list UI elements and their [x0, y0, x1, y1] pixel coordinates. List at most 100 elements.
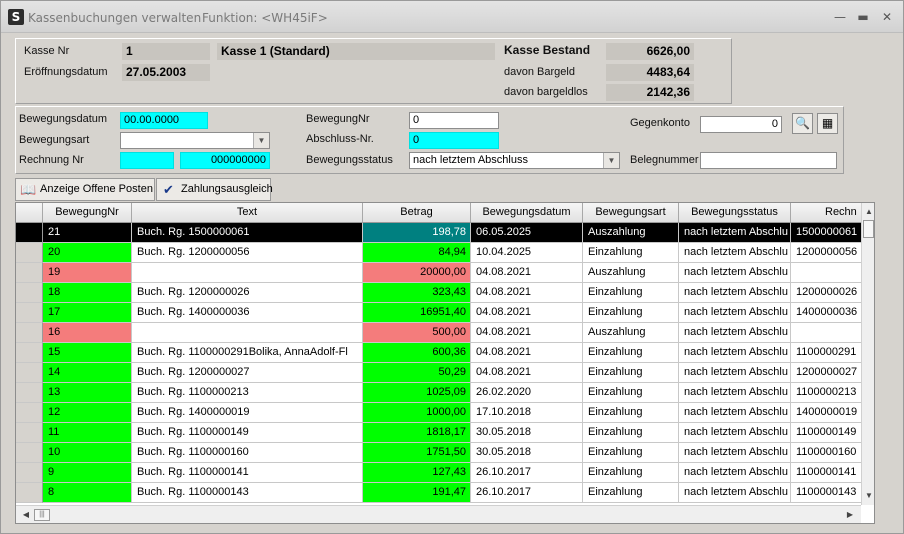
- row-header[interactable]: [16, 463, 43, 483]
- bewegungsdatum-input[interactable]: 00.00.0000: [120, 112, 208, 129]
- rechnung-prefix-input[interactable]: [120, 152, 174, 169]
- table-row[interactable]: 18 Buch. Rg. 1200000026 323,43 04.08.2021 Ei…: [16, 283, 861, 303]
- vertical-scroll-thumb[interactable]: [863, 220, 874, 238]
- row-header[interactable]: [16, 343, 43, 363]
- grid-body: 21 Buch. Rg. 1500000061 198,78 06.05.2025 Au…: [16, 223, 861, 505]
- cell-bewegungsart: Auszahlung: [583, 263, 679, 283]
- row-header[interactable]: [16, 363, 43, 383]
- cell-bewegungsart: Einzahlung: [583, 283, 679, 303]
- table-row[interactable]: 20 Buch. Rg. 1200000056 84,94 10.04.2025 Ein…: [16, 243, 861, 263]
- bewegungnr-input[interactable]: 0: [409, 112, 499, 129]
- kasse-name-value: Kasse 1 (Standard): [217, 43, 495, 60]
- table-row[interactable]: 11 Buch. Rg. 1100000149 1818,17 30.05.2018 E…: [16, 423, 861, 443]
- cell-rechnung: 1200000027: [791, 363, 861, 383]
- scroll-right-icon[interactable]: ▶: [843, 508, 857, 522]
- table-row[interactable]: 8 Buch. Rg. 1100000143 191,47 26.10.2017 Ein…: [16, 483, 861, 503]
- col-bewegungsstatus[interactable]: Bewegungsstatus: [679, 203, 791, 222]
- row-header[interactable]: [16, 423, 43, 443]
- cell-betrag: 1818,17: [363, 423, 471, 443]
- cell-text: Buch. Rg. 1200000026: [132, 283, 363, 303]
- cell-rechnung: 1100000160: [791, 443, 861, 463]
- table-row[interactable]: 9 Buch. Rg. 1100000141 127,43 26.10.2017 Ein…: [16, 463, 861, 483]
- search-icon[interactable]: 🔍: [792, 113, 813, 134]
- table-row[interactable]: 13 Buch. Rg. 1100000213 1025,09 26.02.2020 E…: [16, 383, 861, 403]
- cell-text: Buch. Rg. 1100000149: [132, 423, 363, 443]
- calendar-icon[interactable]: ▦: [817, 113, 838, 134]
- row-header[interactable]: [16, 283, 43, 303]
- col-text[interactable]: Text: [132, 203, 363, 222]
- table-row[interactable]: 16 500,00 04.08.2021 Auszahlung nach letztem…: [16, 323, 861, 343]
- col-rechnung[interactable]: Rechn: [791, 203, 861, 222]
- cell-bewegungsdatum: 30.05.2018: [471, 443, 583, 463]
- gegenkonto-input[interactable]: 0: [700, 116, 782, 133]
- row-header[interactable]: [16, 223, 43, 243]
- cell-rechnung: 1400000019: [791, 403, 861, 423]
- scroll-up-icon[interactable]: ▲: [862, 205, 874, 219]
- row-header[interactable]: [16, 323, 43, 343]
- table-row[interactable]: 17 Buch. Rg. 1400000036 16951,40 04.08.2021…: [16, 303, 861, 323]
- col-bewegungnr[interactable]: BewegungNr: [43, 203, 132, 222]
- row-header[interactable]: [16, 263, 43, 283]
- cell-bewegungnr: 12: [43, 403, 132, 423]
- cell-bewegungnr: 9: [43, 463, 132, 483]
- row-header[interactable]: [16, 483, 43, 503]
- title-bar: S Kassenbuchungen verwalten Funktion: <W…: [1, 1, 903, 33]
- offene-posten-button[interactable]: 📖 Anzeige Offene Posten: [15, 178, 155, 201]
- table-row[interactable]: 21 Buch. Rg. 1500000061 198,78 06.05.2025 Au…: [16, 223, 861, 243]
- rechnung-nr-input[interactable]: 000000000: [180, 152, 270, 169]
- horizontal-scrollbar[interactable]: ◀ ||| ▶: [16, 505, 861, 523]
- cell-bewegungsdatum: 10.04.2025: [471, 243, 583, 263]
- maximize-icon[interactable]: ▬: [855, 9, 871, 25]
- cell-bewegungsart: Auszahlung: [583, 223, 679, 243]
- cell-bewegungsdatum: 04.08.2021: [471, 363, 583, 383]
- cell-betrag: 1751,50: [363, 443, 471, 463]
- zahlungsausgleich-button[interactable]: ✔ Zahlungsausgleich: [156, 178, 273, 201]
- horizontal-scroll-thumb[interactable]: |||: [34, 509, 50, 521]
- bewegungsstatus-select[interactable]: nach letztem Abschluss ▼: [409, 152, 620, 169]
- kasse-info-panel: Kasse Nr 1 Kasse 1 (Standard) Eröffnungs…: [15, 38, 732, 104]
- cell-bewegungnr: 8: [43, 483, 132, 503]
- abschluss-nr-input[interactable]: 0: [409, 132, 499, 149]
- cell-bewegungnr: 19: [43, 263, 132, 283]
- cell-bewegungsdatum: 26.10.2017: [471, 483, 583, 503]
- chevron-down-icon[interactable]: ▼: [603, 153, 619, 168]
- scroll-left-icon[interactable]: ◀: [19, 508, 33, 522]
- row-header[interactable]: [16, 243, 43, 263]
- row-header[interactable]: [16, 443, 43, 463]
- bewegungsstatus-value: nach letztem Abschluss: [413, 154, 528, 166]
- minimize-icon[interactable]: —: [832, 9, 848, 25]
- vertical-scrollbar[interactable]: ▲ ▼: [861, 203, 874, 505]
- table-row[interactable]: 10 Buch. Rg. 1100000160 1751,50 30.05.2018 E…: [16, 443, 861, 463]
- book-icon: 📖: [20, 182, 37, 197]
- scroll-down-icon[interactable]: ▼: [862, 489, 874, 503]
- cell-rechnung: 1200000026: [791, 283, 861, 303]
- bookings-grid: BewegungNr Text Betrag Bewegungsdatum Be…: [15, 202, 875, 524]
- cell-bewegungnr: 20: [43, 243, 132, 263]
- col-betrag[interactable]: Betrag: [363, 203, 471, 222]
- offene-posten-label: Anzeige Offene Posten: [40, 183, 153, 195]
- row-header[interactable]: [16, 403, 43, 423]
- chevron-down-icon[interactable]: ▼: [253, 133, 269, 148]
- col-bewegungsdatum[interactable]: Bewegungsdatum: [471, 203, 583, 222]
- table-row[interactable]: 19 20000,00 04.08.2021 Auszahlung nach letzt…: [16, 263, 861, 283]
- cell-rechnung: 1500000061: [791, 223, 861, 243]
- table-row[interactable]: 14 Buch. Rg. 1200000027 50,29 04.08.2021 Ein…: [16, 363, 861, 383]
- row-header[interactable]: [16, 303, 43, 323]
- cell-bewegungsart: Einzahlung: [583, 403, 679, 423]
- belegnummer-input[interactable]: [700, 152, 837, 169]
- bewegungsstatus-label: Bewegungsstatus: [306, 154, 393, 166]
- table-row[interactable]: 15 Buch. Rg. 1100000291Bolika, AnnaAdolf-…: [16, 343, 861, 363]
- bewegungnr-label: BewegungNr: [306, 113, 370, 125]
- cell-text: Buch. Rg. 1500000061: [132, 223, 363, 243]
- row-header[interactable]: [16, 383, 43, 403]
- cell-bewegungsstatus: nach letztem Abschlu: [679, 303, 791, 323]
- col-bewegungsart[interactable]: Bewegungsart: [583, 203, 679, 222]
- bargeldlos-value: 2142,36: [606, 84, 694, 101]
- cell-bewegungsstatus: nach letztem Abschlu: [679, 243, 791, 263]
- bewegungsart-select[interactable]: ▼: [120, 132, 270, 149]
- close-icon[interactable]: ✕: [879, 9, 895, 25]
- cell-bewegungsart: Einzahlung: [583, 463, 679, 483]
- cell-text: Buch. Rg. 1100000291Bolika, AnnaAdolf-Fl: [132, 343, 363, 363]
- table-row[interactable]: 12 Buch. Rg. 1400000019 1000,00 17.10.2018 E…: [16, 403, 861, 423]
- cell-rechnung: 1100000291: [791, 343, 861, 363]
